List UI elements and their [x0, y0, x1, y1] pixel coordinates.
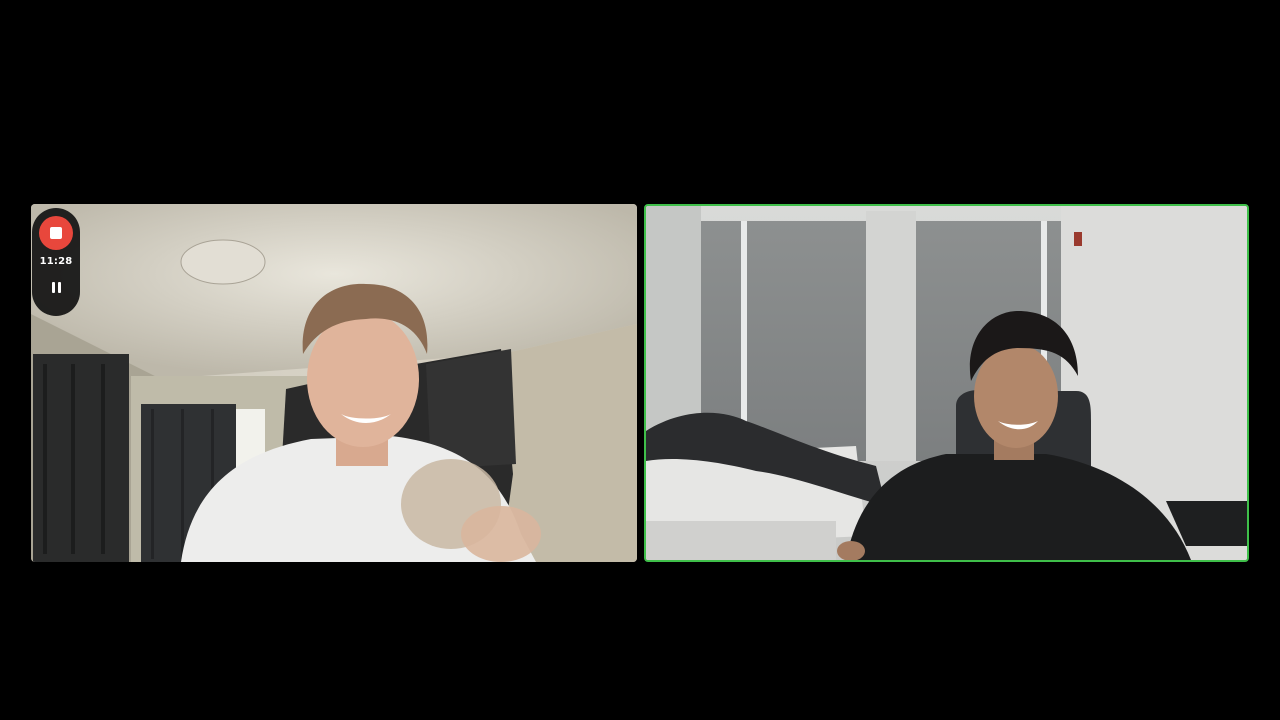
stop-recording-button[interactable] [39, 216, 73, 250]
stop-icon [50, 227, 62, 239]
recording-control-panel: 11:28 [32, 208, 80, 316]
recording-timer: 11:28 [39, 256, 73, 267]
participant-video-feed-right [646, 206, 1247, 560]
participant-video-feed-left [31, 204, 637, 562]
video-call-stage: 11:28 [0, 0, 1280, 720]
participant-video-tile-right[interactable] [644, 204, 1249, 562]
pause-icon [51, 281, 61, 293]
participant-video-tile-left[interactable] [31, 204, 637, 562]
pause-recording-button[interactable] [46, 277, 66, 297]
